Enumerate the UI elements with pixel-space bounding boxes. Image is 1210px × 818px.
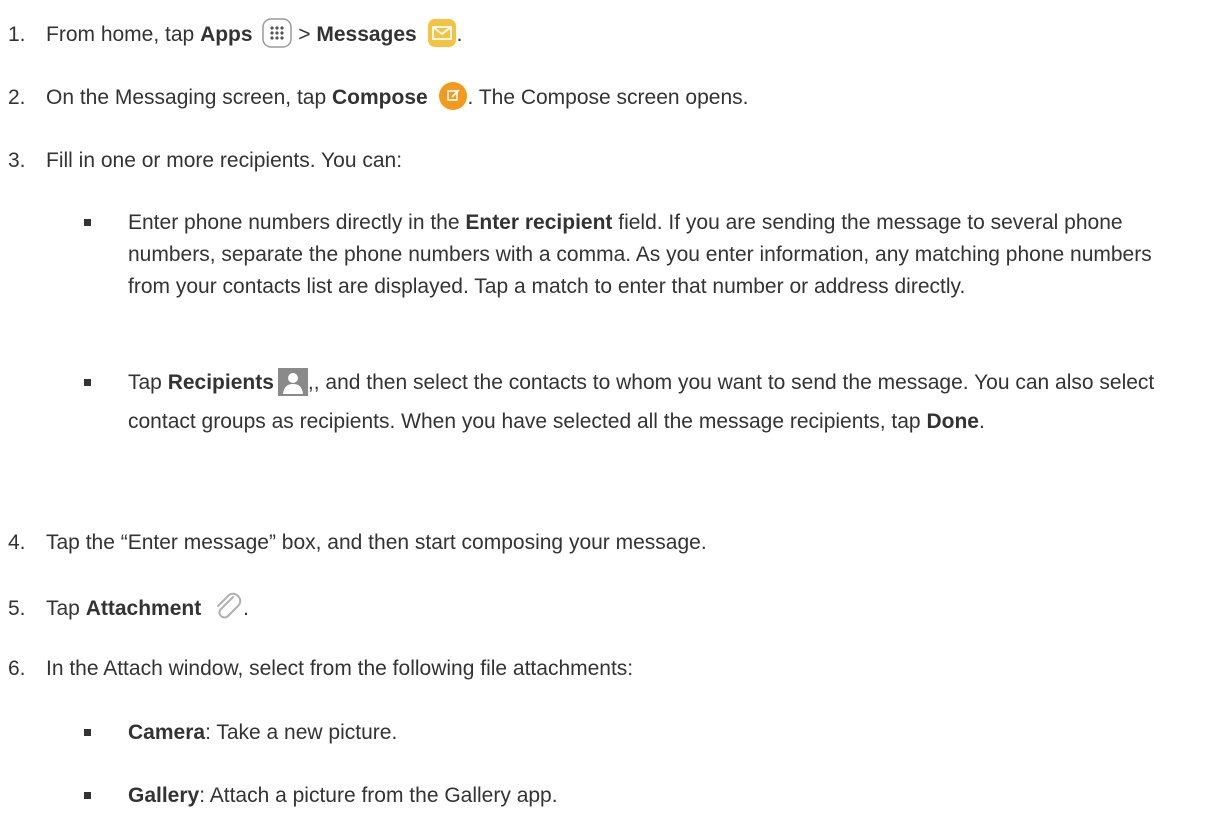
apps-label: Apps — [200, 23, 253, 46]
attachment-label: Attachment — [85, 597, 202, 620]
messages-envelope-icon[interactable] — [427, 18, 457, 58]
bullet-marker — [84, 729, 91, 736]
enter-recipient-label: Enter recipient — [465, 211, 613, 234]
step-number: 6. — [8, 657, 26, 680]
step-text: Fill in one or more recipients. You can: — [46, 149, 403, 172]
step-2: 2. On the Messaging screen, tap Compose .… — [8, 81, 748, 121]
step-number: 2. — [8, 86, 26, 109]
apps-grid-icon[interactable] — [262, 18, 293, 58]
bullet-text-part: : Attach a picture from the Gallery app. — [199, 784, 558, 807]
bullet-camera: Camera: Take a new picture. — [84, 717, 1184, 749]
bullet-text: Camera: Take a new picture. — [128, 717, 1184, 749]
step-6: 6. In the Attach window, select from the … — [8, 653, 633, 685]
step-text: In the Attach window, select from the fo… — [46, 657, 634, 680]
step-text: Tap — [46, 597, 86, 620]
bullet-text-part: : Take a new picture. — [205, 721, 398, 744]
bullet-text: Enter phone numbers directly in the Ente… — [128, 207, 1184, 303]
step-text: On the Messaging screen, tap — [46, 86, 332, 109]
step-text: . — [243, 597, 249, 620]
step-5: 5. Tap Attachment . — [8, 590, 249, 632]
bullet-marker — [84, 379, 91, 386]
step-3: 3. Fill in one or more recipients. You ca… — [8, 145, 402, 177]
bullet-text-part: . — [978, 410, 985, 433]
bullet-enter-recipient: Enter phone numbers directly in the Ente… — [84, 207, 1184, 303]
step-text: Tap the “Enter message” box, and then st… — [46, 531, 707, 554]
done-label: Done — [926, 410, 979, 433]
step-1: 1. From home, tap Apps > Messages . — [8, 18, 462, 58]
step-text: > — [292, 23, 317, 46]
step-number: 1. — [8, 23, 26, 46]
bullet-gallery: Gallery: Attach a picture from the Galle… — [84, 780, 1184, 812]
bullet-text: Tap Recipients,, and then select the con… — [128, 367, 1184, 438]
contact-person-icon[interactable] — [277, 368, 308, 406]
paperclip-icon[interactable] — [211, 590, 243, 632]
camera-label: Camera — [128, 721, 206, 744]
step-text: . — [456, 23, 463, 46]
recipients-label: Recipients — [167, 371, 274, 394]
bullet-recipients: Tap Recipients,, and then select the con… — [84, 367, 1184, 438]
step-text: From home, tap — [46, 23, 201, 46]
compose-label: Compose — [332, 86, 428, 109]
compose-icon[interactable] — [438, 81, 468, 121]
bullet-text-part: Enter phone numbers directly in the — [128, 211, 466, 234]
messages-label: Messages — [316, 23, 417, 46]
bullet-text-part: Tap — [128, 371, 168, 394]
bullet-marker — [84, 219, 91, 226]
bullet-text: Gallery: Attach a picture from the Galle… — [128, 780, 1184, 812]
gallery-label: Gallery — [128, 784, 200, 807]
bullet-marker — [84, 792, 91, 799]
step-number: 4. — [8, 531, 26, 554]
step-text: . The Compose screen opens. — [467, 86, 749, 109]
step-4: 4. Tap the “Enter message” box, and then … — [8, 527, 707, 559]
step-number: 3. — [8, 149, 26, 172]
step-number: 5. — [8, 597, 26, 620]
